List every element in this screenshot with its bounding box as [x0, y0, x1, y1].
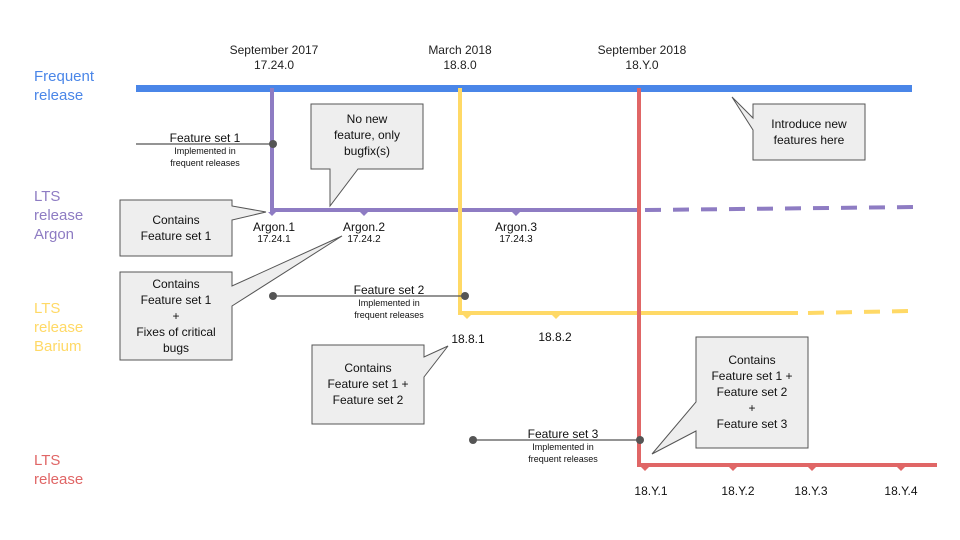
barium-release-1: 18.8.1	[451, 332, 485, 346]
callout-line: bugfix(s)	[343, 144, 390, 158]
argon-horizontal-line	[270, 208, 638, 212]
lts-3-marker	[808, 467, 816, 471]
argon-dashed-line	[644, 205, 917, 212]
callout-line: +	[748, 401, 756, 415]
release-version: 17.24.2	[347, 234, 381, 245]
release-timeline-diagram	[119, 85, 937, 471]
milestone-version: 18.Y.0	[625, 58, 659, 72]
milestone-version: 17.24.0	[253, 58, 295, 72]
lts-release-2: 18.Y.2	[721, 484, 755, 498]
barium-vertical-line	[458, 88, 462, 315]
milestone-september-2018: September 2018 18.Y.0	[572, 43, 712, 73]
feature-set-subtitle: frequent releases	[354, 310, 424, 320]
frequent-release-line	[136, 85, 912, 92]
callout-contains-fs1: Contains Feature set 1	[120, 212, 232, 244]
feature-set-title: Feature set 2	[353, 283, 425, 297]
callout-line: Contains	[152, 277, 200, 291]
feature-set-subtitle: frequent releases	[528, 454, 598, 464]
lts-release-1: 18.Y.1	[634, 484, 668, 498]
feature-set-title: Feature set 1	[169, 131, 241, 145]
callout-line: Contains	[152, 213, 200, 227]
callout-line: Feature set 1	[140, 229, 212, 243]
lts-horizontal-line	[637, 463, 937, 467]
lane-label-line: Barium	[34, 338, 82, 355]
callout-line: Feature set 2	[332, 393, 404, 407]
argon-release-1: Argon.1 17.24.1	[229, 220, 319, 246]
callout-line: Introduce new	[771, 117, 847, 131]
lane-label-line: Argon	[34, 226, 75, 243]
callout-line: Feature set 3	[716, 417, 788, 431]
callout-line: features here	[773, 133, 845, 147]
callout-contains-fs1-fs2: Contains Feature set 1 + Feature set 2	[312, 360, 424, 408]
lane-label-line: release	[34, 87, 84, 104]
lane-label-line: Frequent	[34, 68, 95, 85]
callout-line: feature, only	[333, 128, 401, 142]
lane-label-line: LTS	[34, 452, 61, 469]
milestone-date: March 2018	[428, 43, 492, 57]
barium-dashed-line	[807, 309, 911, 315]
lane-label-line: LTS	[34, 300, 61, 317]
callout-line: Contains	[344, 361, 392, 375]
callout-line: Contains	[728, 353, 776, 367]
callout-contains-fs1-fs2-fs3: Contains Feature set 1 + Feature set 2 +…	[696, 352, 808, 432]
argon-3-marker	[512, 212, 520, 216]
callout-line: +	[172, 309, 180, 323]
callout-line: Feature set 1	[140, 293, 212, 307]
callout-introduce-features: Introduce new features here	[753, 116, 865, 148]
feature-set-1-label: Feature set 1 Implemented in frequent re…	[125, 131, 285, 169]
milestone-version: 18.8.0	[443, 58, 477, 72]
callout-line: No new	[346, 112, 388, 126]
milestone-date: September 2017	[229, 43, 319, 57]
release-name: Argon.3	[494, 220, 538, 234]
release-version: 17.24.3	[499, 234, 533, 245]
lane-label-lts: LTS release	[34, 451, 83, 489]
feature-set-subtitle: Implemented in	[532, 442, 594, 452]
lane-label-line: release	[34, 207, 84, 224]
barium-release-2: 18.8.2	[538, 330, 572, 344]
lts-4-marker	[897, 467, 905, 471]
lts-release-4: 18.Y.4	[884, 484, 918, 498]
lane-label-barium: LTS release Barium	[34, 299, 83, 356]
lane-label-line: release	[34, 319, 84, 336]
feature-set-subtitle: frequent releases	[170, 158, 240, 168]
callout-no-new-feature: No new feature, only bugfix(s)	[311, 111, 423, 159]
feature-set-3-label: Feature set 3 Implemented in frequent re…	[483, 427, 643, 465]
argon-release-2: Argon.2 17.24.2	[319, 220, 409, 246]
barium-2-marker	[552, 315, 560, 319]
lane-label-line: release	[34, 471, 84, 488]
argon-1-marker	[268, 212, 276, 216]
feature-set-title: Feature set 3	[527, 427, 599, 441]
lane-label-line: LTS	[34, 188, 61, 205]
callout-line: Fixes of critical	[136, 325, 216, 339]
lts-2-marker	[729, 467, 737, 471]
feature-set-subtitle: Implemented in	[174, 146, 236, 156]
milestone-september-2017: September 2017 17.24.0	[204, 43, 344, 73]
release-name: Argon.2	[342, 220, 386, 234]
callout-line: Feature set 1 +	[327, 377, 409, 391]
barium-horizontal-line	[458, 311, 798, 315]
lane-label-argon: LTS release Argon	[34, 187, 83, 244]
release-name: Argon.1	[252, 220, 296, 234]
argon-2-marker	[360, 212, 368, 216]
callout-line: bugs	[162, 341, 190, 355]
milestone-march-2018: March 2018 18.8.0	[390, 43, 530, 73]
callout-line: Feature set 1 +	[711, 369, 793, 383]
callout-contains-fs1-fixes: Contains Feature set 1 + Fixes of critic…	[120, 276, 232, 356]
milestone-date: September 2018	[597, 43, 687, 57]
lts-vertical-line	[637, 88, 641, 467]
lane-label-frequent: Frequent release	[34, 67, 94, 105]
feature-set-2-start-dot	[269, 292, 277, 300]
feature-set-subtitle: Implemented in	[358, 298, 420, 308]
callout-line: Feature set 2	[716, 385, 788, 399]
lts-release-3: 18.Y.3	[794, 484, 828, 498]
feature-set-3-start-dot	[469, 436, 477, 444]
release-version: 17.24.1	[257, 234, 291, 245]
feature-set-2-label: Feature set 2 Implemented in frequent re…	[309, 283, 469, 321]
argon-release-3: Argon.3 17.24.3	[471, 220, 561, 246]
lts-1-marker	[641, 467, 649, 471]
